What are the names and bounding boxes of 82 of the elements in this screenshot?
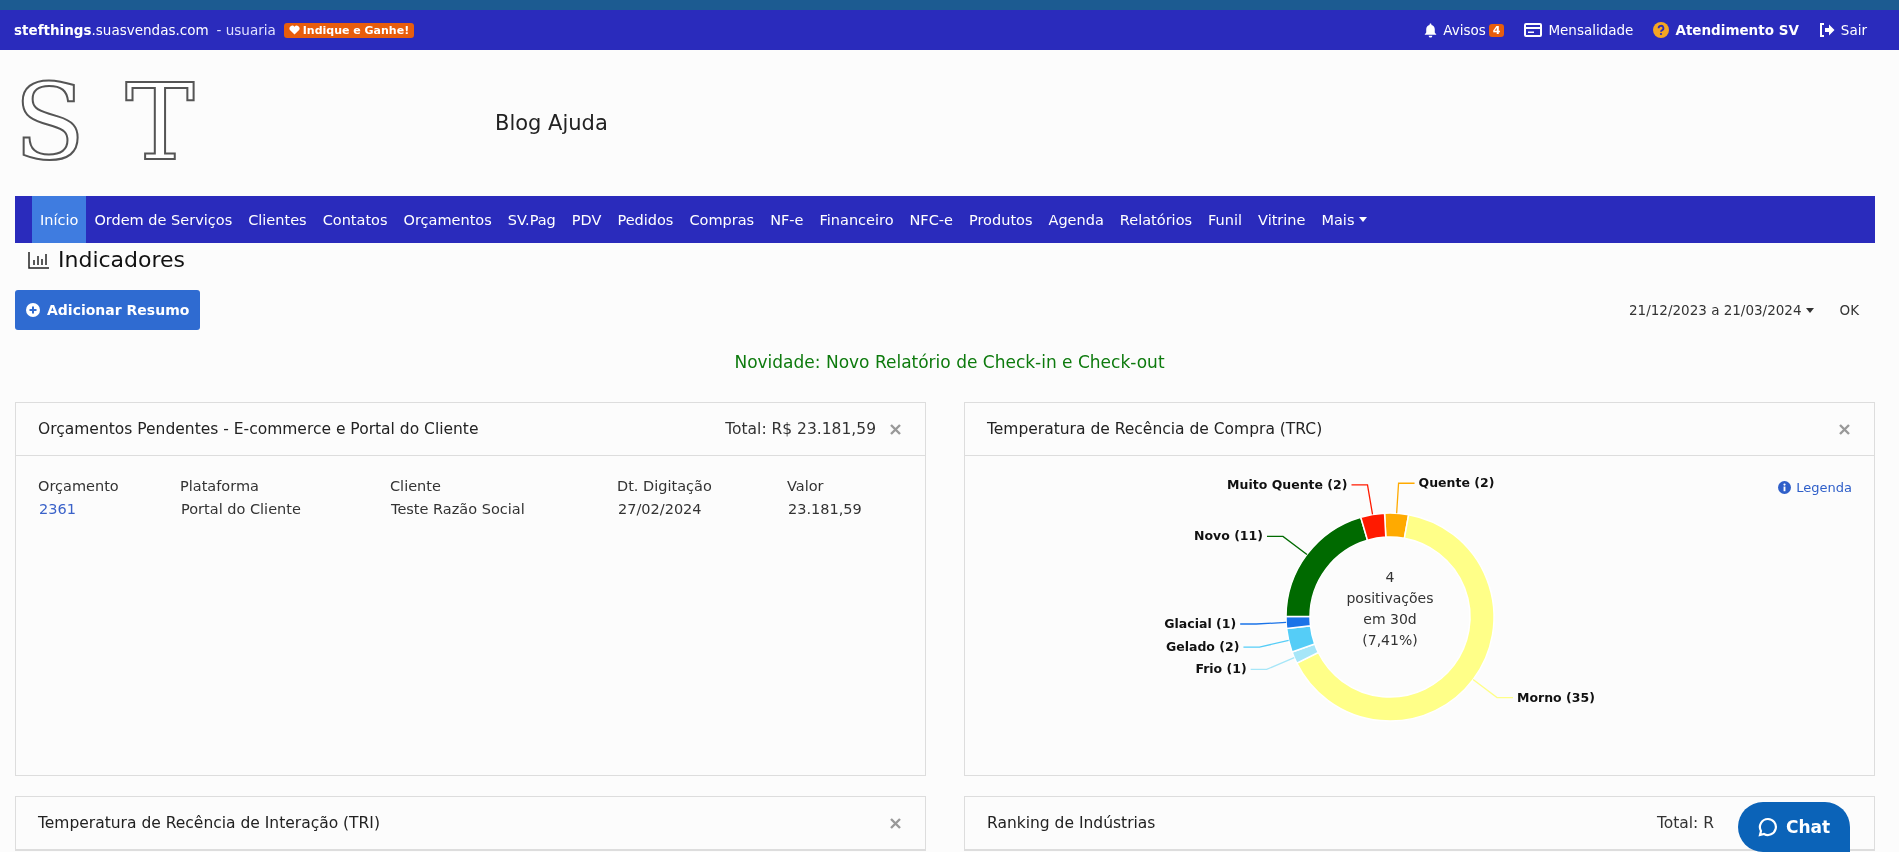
- ok-button[interactable]: OK: [1839, 302, 1859, 318]
- column-header: Orçamento: [38, 478, 120, 496]
- chat-button[interactable]: Chat: [1738, 802, 1850, 852]
- user-name: - usuaria: [216, 22, 276, 38]
- table-cell-text: 27/02/2024: [617, 500, 703, 518]
- slice-label: Muito Quente (2): [1226, 476, 1347, 492]
- column-header: Dt. Digitação: [617, 478, 787, 500]
- leader-line: [1471, 678, 1514, 699]
- center-text: (7,41%): [1361, 632, 1418, 648]
- news-link[interactable]: Novidade: Novo Relatório de Check-in e Check-out: [734, 352, 1165, 372]
- column-header: Plataforma: [180, 478, 390, 500]
- leader-line: [1239, 621, 1287, 625]
- nav-tab[interactable]: Produtos: [961, 196, 1041, 243]
- nav-tab[interactable]: Funil: [1200, 196, 1251, 243]
- slice-label: Quente (2): [1418, 475, 1494, 491]
- help-icon: [1653, 22, 1670, 38]
- bell-icon: [1424, 22, 1438, 38]
- logout-icon: [1818, 23, 1835, 37]
- nav-tab[interactable]: Financeiro: [811, 196, 902, 243]
- card-title: Orçamentos Pendentes - E-commerce e Portal do Cliente: [38, 420, 479, 438]
- table-cell: Portal do Cliente: [180, 500, 390, 518]
- nav-tab[interactable]: Ordem de Serviços: [86, 196, 241, 243]
- nav-tab[interactable]: SV.Pag: [499, 196, 564, 243]
- quote-link[interactable]: 2361: [38, 500, 180, 518]
- nav-tab[interactable]: PDV: [563, 196, 610, 243]
- nav-tab[interactable]: Compras: [681, 196, 763, 243]
- slice-label: Frio (1): [1194, 661, 1247, 677]
- billing-link[interactable]: Mensalidade: [1524, 22, 1634, 38]
- close-icon[interactable]: [1839, 423, 1850, 435]
- card-title: Temperatura de Recência de Compra (TRC): [987, 420, 1323, 438]
- add-summary-button[interactable]: Adicionar Resumo: [15, 290, 201, 330]
- nav-tab[interactable]: NF-e: [762, 196, 812, 243]
- referral-badge[interactable]: Indique e Ganhe!: [283, 22, 415, 38]
- nav-tab[interactable]: Orçamentos: [395, 196, 500, 243]
- slice-label: Novo (11): [1193, 528, 1263, 544]
- support-link[interactable]: Atendimento SV: [1653, 22, 1799, 38]
- count-badge: 4: [1488, 23, 1505, 37]
- logo-drawing: S T: [14, 70, 196, 176]
- nav-tab[interactable]: Início: [32, 196, 87, 243]
- nav-tab[interactable]: Agenda: [1040, 196, 1112, 243]
- leader-line: [1249, 657, 1295, 670]
- bar-chart-icon: [28, 250, 50, 269]
- caret-icon: [1805, 307, 1814, 313]
- legend-link[interactable]: Legenda: [1778, 480, 1852, 495]
- nav-tab[interactable]: Pedidos: [609, 196, 682, 243]
- slice-label: Glacial (1): [1163, 616, 1236, 631]
- alerts-link[interactable]: Avisos 4: [1424, 22, 1505, 38]
- column-header: Valor: [787, 478, 825, 496]
- speech-bubble-icon: [1757, 817, 1778, 837]
- center-text: em 30d: [1362, 611, 1417, 627]
- site-address[interactable]: stefthings.suasvendas.com: [14, 22, 209, 38]
- nav-tab[interactable]: Contatos: [314, 196, 396, 243]
- nav-tab[interactable]: Clientes: [240, 196, 315, 243]
- credit-card-icon: [1524, 23, 1543, 37]
- info-icon: [1778, 481, 1792, 494]
- leader-line: [1395, 482, 1415, 514]
- card-title: Temperatura de Recência de Interação (TRI): [38, 814, 380, 832]
- column-header: Cliente: [390, 478, 442, 496]
- blog-link[interactable]: Blog Ajuda: [495, 111, 608, 135]
- page-title: Indicadores: [58, 247, 186, 272]
- slice-label: Gelado (2): [1165, 639, 1239, 655]
- slice-label: Morno (35): [1516, 689, 1595, 705]
- close-icon[interactable]: [890, 423, 901, 435]
- plus-circle-icon: [26, 303, 40, 317]
- close-icon[interactable]: [890, 817, 901, 829]
- leader-line: [1242, 639, 1289, 648]
- nav-tab[interactable]: Relatórios: [1111, 196, 1201, 243]
- leader-line: [1265, 535, 1308, 556]
- heart-icon: [288, 25, 300, 35]
- leader-line: [1350, 484, 1373, 516]
- card-title: Ranking de Indústrias: [987, 814, 1156, 832]
- nav-tab[interactable]: Mais: [1313, 196, 1376, 243]
- table-cell: 23.181,59: [787, 500, 863, 518]
- center-text: positivações: [1345, 590, 1434, 606]
- logout-link[interactable]: Sair: [1818, 22, 1867, 38]
- nav-tab[interactable]: NFC-e: [901, 196, 961, 243]
- center-text: 4: [1385, 569, 1394, 585]
- card-total: Total: R$ 23.181,59: [725, 420, 876, 438]
- date-range-dropdown[interactable]: 21/12/2023 a 21/03/2024: [1629, 302, 1814, 318]
- card-total: Total: R: [1656, 814, 1714, 832]
- nav-tab[interactable]: Vitrine: [1250, 196, 1314, 243]
- table-cell-text: Teste Razão Social: [390, 500, 526, 518]
